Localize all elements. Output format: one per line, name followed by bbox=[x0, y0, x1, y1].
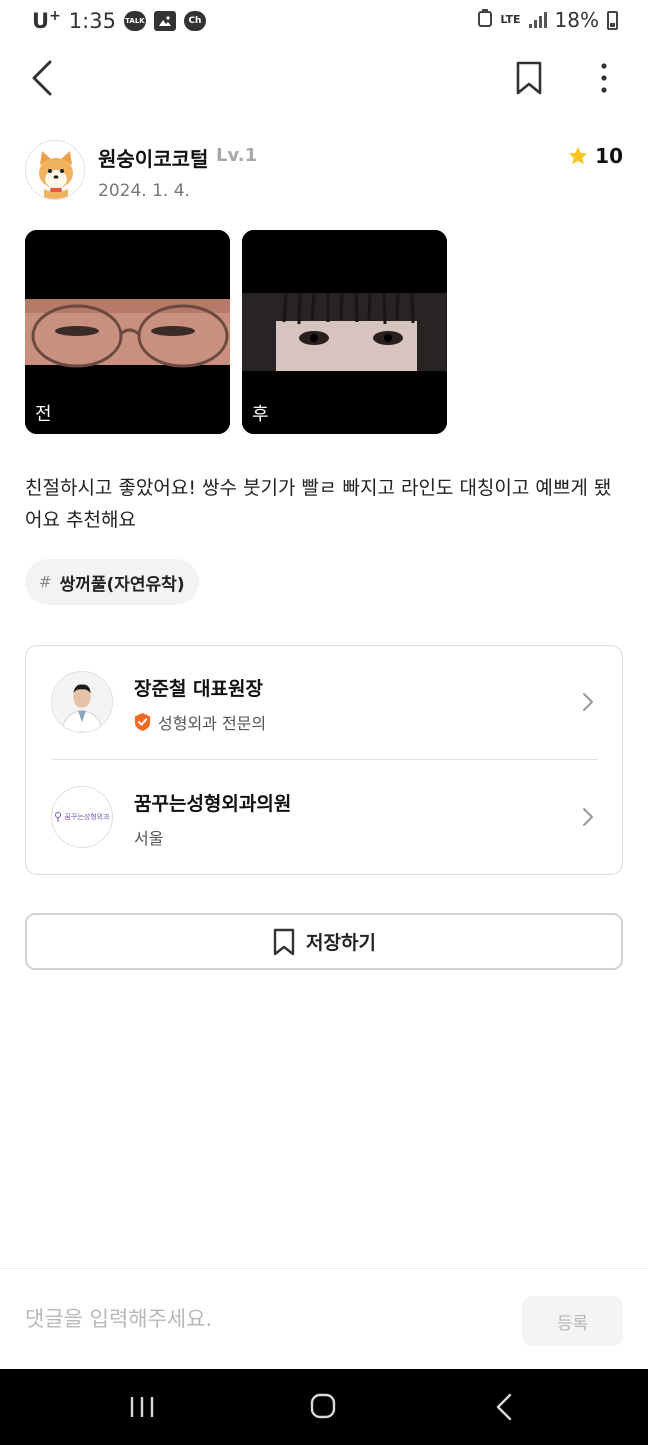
author-name[interactable]: 원숭이코코털 bbox=[98, 143, 208, 172]
recent-apps-icon[interactable] bbox=[128, 1395, 156, 1419]
battery-icon bbox=[607, 10, 618, 30]
user-avatar[interactable] bbox=[25, 140, 85, 200]
channel-icon: Ch bbox=[183, 10, 206, 31]
carrier-label: U+ bbox=[32, 8, 61, 33]
doctor-photo-icon bbox=[52, 672, 112, 732]
after-photo[interactable]: 후 bbox=[242, 230, 447, 434]
rating-value: 10 bbox=[595, 144, 623, 168]
save-button[interactable]: 저장하기 bbox=[25, 913, 623, 970]
shiba-avatar-icon bbox=[39, 151, 73, 199]
author-level-badge: Lv.1 bbox=[216, 145, 258, 166]
doctor-clinic-card: 장준철 대표원장 성형외과 전문의 꿈꾸는성형외과 꿈꾸는성형외과의원 서울 bbox=[25, 645, 623, 875]
doctor-row[interactable]: 장준철 대표원장 성형외과 전문의 bbox=[26, 646, 622, 760]
status-time: 1:35 bbox=[68, 8, 116, 33]
before-label: 전 bbox=[35, 404, 52, 425]
status-left: U+ 1:35 TALK Ch bbox=[32, 8, 206, 33]
top-nav bbox=[0, 50, 648, 106]
review-text: 친절하시고 좋았어요! 쌍수 붓기가 빨ㄹ 빠지고 라인도 대칭이고 예쁘게 됐… bbox=[25, 477, 612, 531]
procedure-tag-chip[interactable]: # 쌍꺼풀(자연유착) bbox=[25, 559, 199, 605]
back-button[interactable] bbox=[26, 56, 62, 100]
bookmark-icon bbox=[273, 928, 295, 955]
after-label: 후 bbox=[252, 404, 269, 425]
comment-input[interactable] bbox=[25, 1299, 495, 1339]
rating: 10 bbox=[567, 144, 623, 168]
save-button-label: 저장하기 bbox=[306, 932, 376, 954]
clinic-logo-mark-icon: 꿈꾸는성형외과 bbox=[54, 812, 110, 822]
doctor-specialty: 성형외과 전문의 bbox=[134, 710, 266, 734]
before-photo-image bbox=[25, 230, 230, 434]
clinic-location-label: 서울 bbox=[134, 829, 164, 848]
talk-icon: TALK bbox=[123, 10, 146, 31]
battery-percent: 18% bbox=[554, 8, 599, 32]
back-arrow-icon bbox=[32, 60, 52, 96]
doctor-specialty-label: 성형외과 전문의 bbox=[158, 714, 267, 733]
signal-icon bbox=[528, 12, 547, 28]
status-right: LTE 18% bbox=[478, 8, 618, 32]
comment-bar: 등록 bbox=[0, 1268, 648, 1369]
chevron-right-icon bbox=[583, 693, 593, 711]
hash-icon: # bbox=[39, 573, 52, 591]
network-type: LTE bbox=[500, 13, 521, 26]
gallery-icon bbox=[153, 10, 176, 31]
doctor-avatar bbox=[51, 671, 113, 733]
bookmark-icon bbox=[516, 61, 542, 95]
more-options-button[interactable] bbox=[588, 60, 620, 96]
clinic-name: 꿈꾸는성형외과의원 bbox=[134, 793, 292, 815]
tag-label: 쌍꺼풀(자연유착) bbox=[59, 574, 185, 595]
clinic-logo: 꿈꾸는성형외과 bbox=[51, 786, 113, 848]
system-nav-bar bbox=[0, 1369, 648, 1445]
before-photo[interactable]: 전 bbox=[25, 230, 230, 434]
status-bar: U+ 1:35 TALK Ch LTE 18% bbox=[0, 0, 648, 44]
clinic-logo-text: 꿈꾸는성형외과 bbox=[64, 813, 110, 821]
home-icon[interactable] bbox=[310, 1393, 336, 1419]
chevron-right-icon bbox=[583, 808, 593, 826]
author-row: 원숭이코코털 Lv.1 2024. 1. 4. 10 bbox=[25, 140, 623, 204]
after-photo-image bbox=[242, 230, 447, 434]
more-vertical-icon bbox=[601, 63, 607, 93]
submit-comment-button[interactable]: 등록 bbox=[522, 1296, 623, 1346]
verified-badge-icon bbox=[135, 713, 150, 731]
card-divider bbox=[51, 759, 598, 760]
doctor-name: 장준철 대표원장 bbox=[134, 678, 263, 700]
star-icon bbox=[568, 146, 588, 165]
post-date: 2024. 1. 4. bbox=[98, 181, 190, 201]
bookmark-button[interactable] bbox=[512, 60, 546, 96]
clinic-row[interactable]: 꿈꾸는성형외과 꿈꾸는성형외과의원 서울 bbox=[26, 761, 622, 875]
recycle-icon bbox=[478, 8, 493, 32]
clinic-location: 서울 bbox=[134, 825, 163, 849]
system-back-icon[interactable] bbox=[494, 1393, 514, 1421]
